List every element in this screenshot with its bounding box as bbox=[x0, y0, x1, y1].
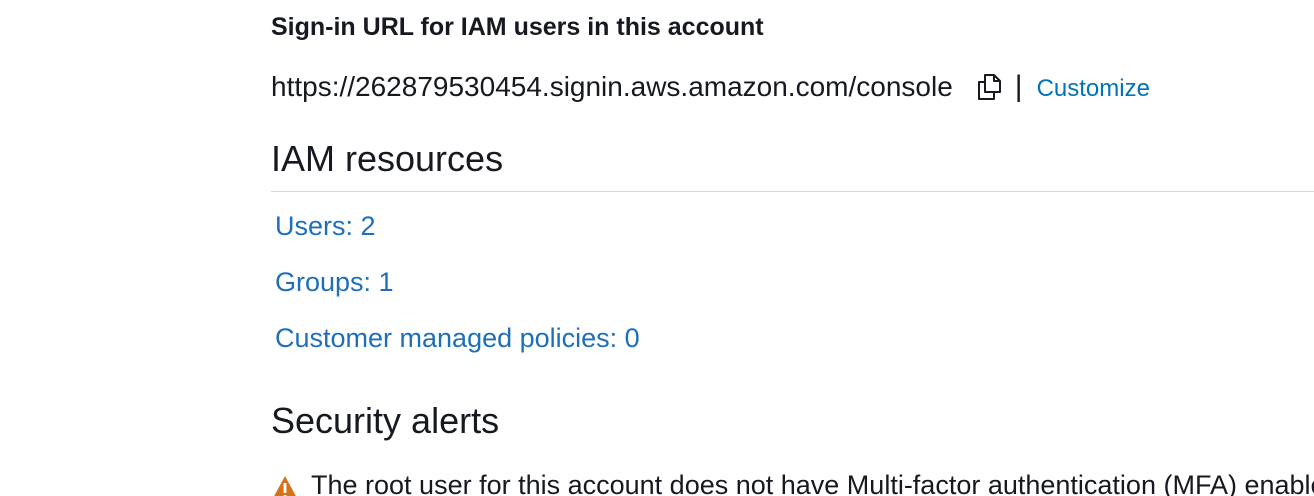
security-alerts-heading: Security alerts bbox=[271, 400, 500, 441]
customer-managed-policies-link[interactable]: Customer managed policies: 0 bbox=[275, 323, 640, 354]
customize-link[interactable]: Customize bbox=[1037, 75, 1150, 103]
warning-icon bbox=[271, 475, 299, 496]
mfa-alert-text: The root user for this account does not … bbox=[311, 470, 1314, 496]
users-link[interactable]: Users: 2 bbox=[275, 211, 376, 242]
mfa-alert: The root user for this account does not … bbox=[271, 470, 1314, 496]
groups-link[interactable]: Groups: 1 bbox=[275, 267, 394, 298]
separator: | bbox=[1014, 70, 1023, 103]
copy-icon[interactable] bbox=[973, 71, 1005, 103]
signin-url-row: https://262879530454.signin.aws.amazon.c… bbox=[271, 70, 1150, 104]
signin-url-title: Sign-in URL for IAM users in this accoun… bbox=[271, 13, 764, 41]
iam-dashboard-page: Sign-in URL for IAM users in this accoun… bbox=[0, 0, 1314, 496]
iam-resources-heading: IAM resources bbox=[271, 138, 504, 179]
signin-url-text: https://262879530454.signin.aws.amazon.c… bbox=[271, 71, 953, 102]
section-divider bbox=[271, 191, 1314, 192]
